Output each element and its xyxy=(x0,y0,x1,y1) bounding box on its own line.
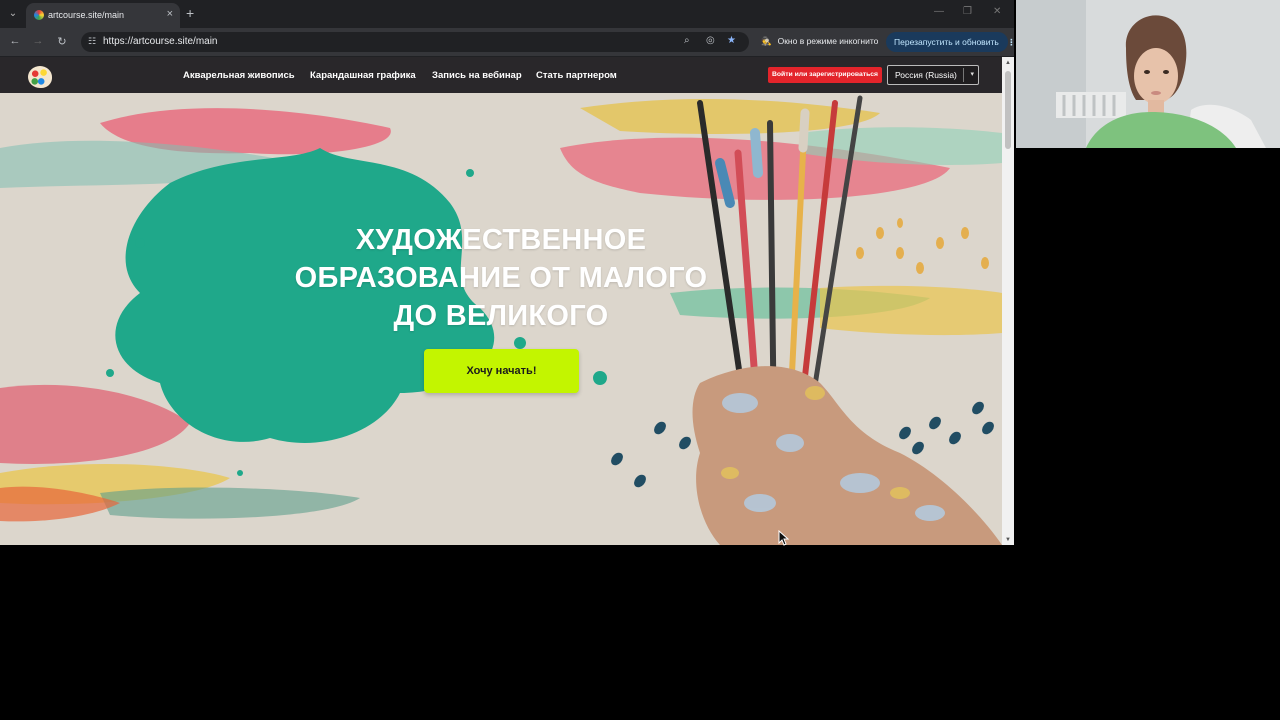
screen: ⌄ artcourse.site/main × + — ❐ ✕ ← → ↻ ☷ … xyxy=(0,0,1280,720)
relaunch-button[interactable]: Перезапустить и обновить ⋮ xyxy=(886,32,1014,52)
web-page: Акварельная живопись Карандашная графика… xyxy=(0,57,1002,545)
window-close-icon[interactable]: ✕ xyxy=(993,6,1001,17)
relaunch-label: Перезапустить и обновить xyxy=(894,37,999,47)
nav-link-pencil-graphics[interactable]: Карандашная графика xyxy=(310,70,416,81)
zoom-icon[interactable]: ⌕ xyxy=(684,35,690,46)
url-text[interactable]: https://artcourse.site/main xyxy=(103,36,218,47)
start-button[interactable]: Хочу начать! xyxy=(424,349,579,393)
incognito-icon: 🕵 xyxy=(761,36,772,46)
mouse-cursor-icon xyxy=(778,530,790,546)
tab-title: artcourse.site/main xyxy=(48,10,125,20)
nav-link-partner[interactable]: Стать партнером xyxy=(536,70,617,81)
webcam-person-image xyxy=(1016,0,1280,148)
incognito-label: Окно в режиме инкогнито xyxy=(777,36,879,46)
palette-logo-icon[interactable] xyxy=(28,66,52,88)
scrollbar-thumb[interactable] xyxy=(1005,71,1011,149)
tab-active[interactable]: artcourse.site/main × xyxy=(26,3,180,28)
region-divider xyxy=(963,68,964,82)
incognito-indicator[interactable]: 🕵 Окно в режиме инкогнито xyxy=(761,36,878,47)
chevron-down-icon: ▾ xyxy=(970,71,974,78)
restore-icon[interactable]: ❐ xyxy=(963,6,972,17)
tab-strip: ⌄ artcourse.site/main × + — ❐ ✕ xyxy=(0,0,1014,28)
webcam-overlay xyxy=(1016,0,1280,148)
region-select[interactable]: Россия (Russia) ▾ xyxy=(887,65,979,85)
menu-dots-icon[interactable]: ⋮ xyxy=(1007,37,1014,47)
region-value: Россия (Russia) xyxy=(895,70,957,80)
hero-title-line-3: ДО ВЕЛИКОГО xyxy=(393,300,609,332)
address-bar[interactable]: ☷ https://artcourse.site/main ⌕ ◎ ★ xyxy=(81,32,749,52)
site-info-icon[interactable]: ☷ xyxy=(88,36,96,47)
hero-title-line-2: ОБРАЗОВАНИЕ ОТ МАЛОГО xyxy=(294,262,708,294)
bookmark-star-icon[interactable]: ★ xyxy=(727,35,736,46)
nav-link-webinar[interactable]: Запись на вебинар xyxy=(432,70,522,81)
site-header: Акварельная живопись Карандашная графика… xyxy=(0,57,1002,93)
login-button[interactable]: Войти или зарегистрироваться xyxy=(768,67,882,83)
nav-link-watercolor[interactable]: Акварельная живопись xyxy=(183,70,295,81)
scroll-up-icon[interactable]: ▲ xyxy=(1005,60,1011,66)
forward-icon[interactable]: → xyxy=(31,35,45,47)
hero-title-line-1: ХУДОЖЕСТВЕННОЕ xyxy=(355,224,647,256)
tab-close-icon[interactable]: × xyxy=(167,8,173,20)
hero-title: ХУДОЖЕСТВЕННОЕ ОБРАЗОВАНИЕ ОТ МАЛОГО ДО … xyxy=(250,221,752,335)
hero-section: ХУДОЖЕСТВЕННОЕ ОБРАЗОВАНИЕ ОТ МАЛОГО ДО … xyxy=(0,93,1002,545)
eye-off-icon[interactable]: ◎ xyxy=(706,35,715,46)
scroll-down-icon[interactable]: ▼ xyxy=(1005,537,1011,543)
browser-toolbar: ← → ↻ ☷ https://artcourse.site/main ⌕ ◎ … xyxy=(0,28,1014,56)
palette-favicon-icon xyxy=(34,10,44,20)
tab-search-icon[interactable]: ⌄ xyxy=(5,6,21,22)
browser-window: ⌄ artcourse.site/main × + — ❐ ✕ ← → ↻ ☷ … xyxy=(0,0,1014,545)
minimize-icon[interactable]: — xyxy=(934,6,944,17)
reload-icon[interactable]: ↻ xyxy=(55,35,69,48)
page-scrollbar[interactable]: ▲ ▼ xyxy=(1002,57,1014,545)
back-icon[interactable]: ← xyxy=(8,35,22,47)
new-tab-button[interactable]: + xyxy=(186,5,194,21)
